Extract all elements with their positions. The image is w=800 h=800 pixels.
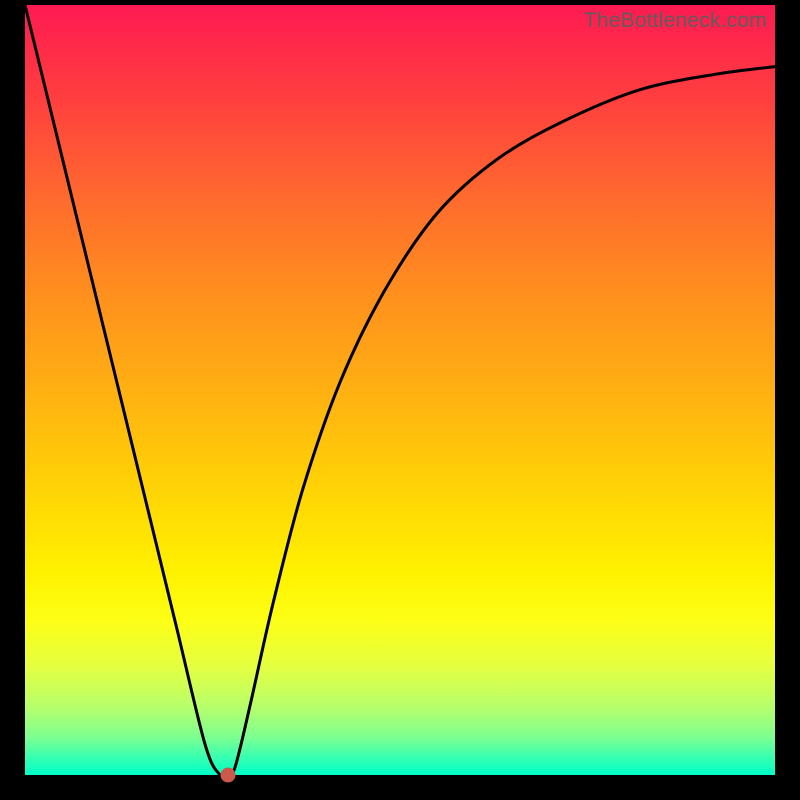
- plot-area: TheBottleneck.com: [25, 5, 775, 775]
- bottleneck-curve: [25, 5, 775, 775]
- optimum-marker: [220, 768, 235, 783]
- chart-frame: TheBottleneck.com: [0, 0, 800, 800]
